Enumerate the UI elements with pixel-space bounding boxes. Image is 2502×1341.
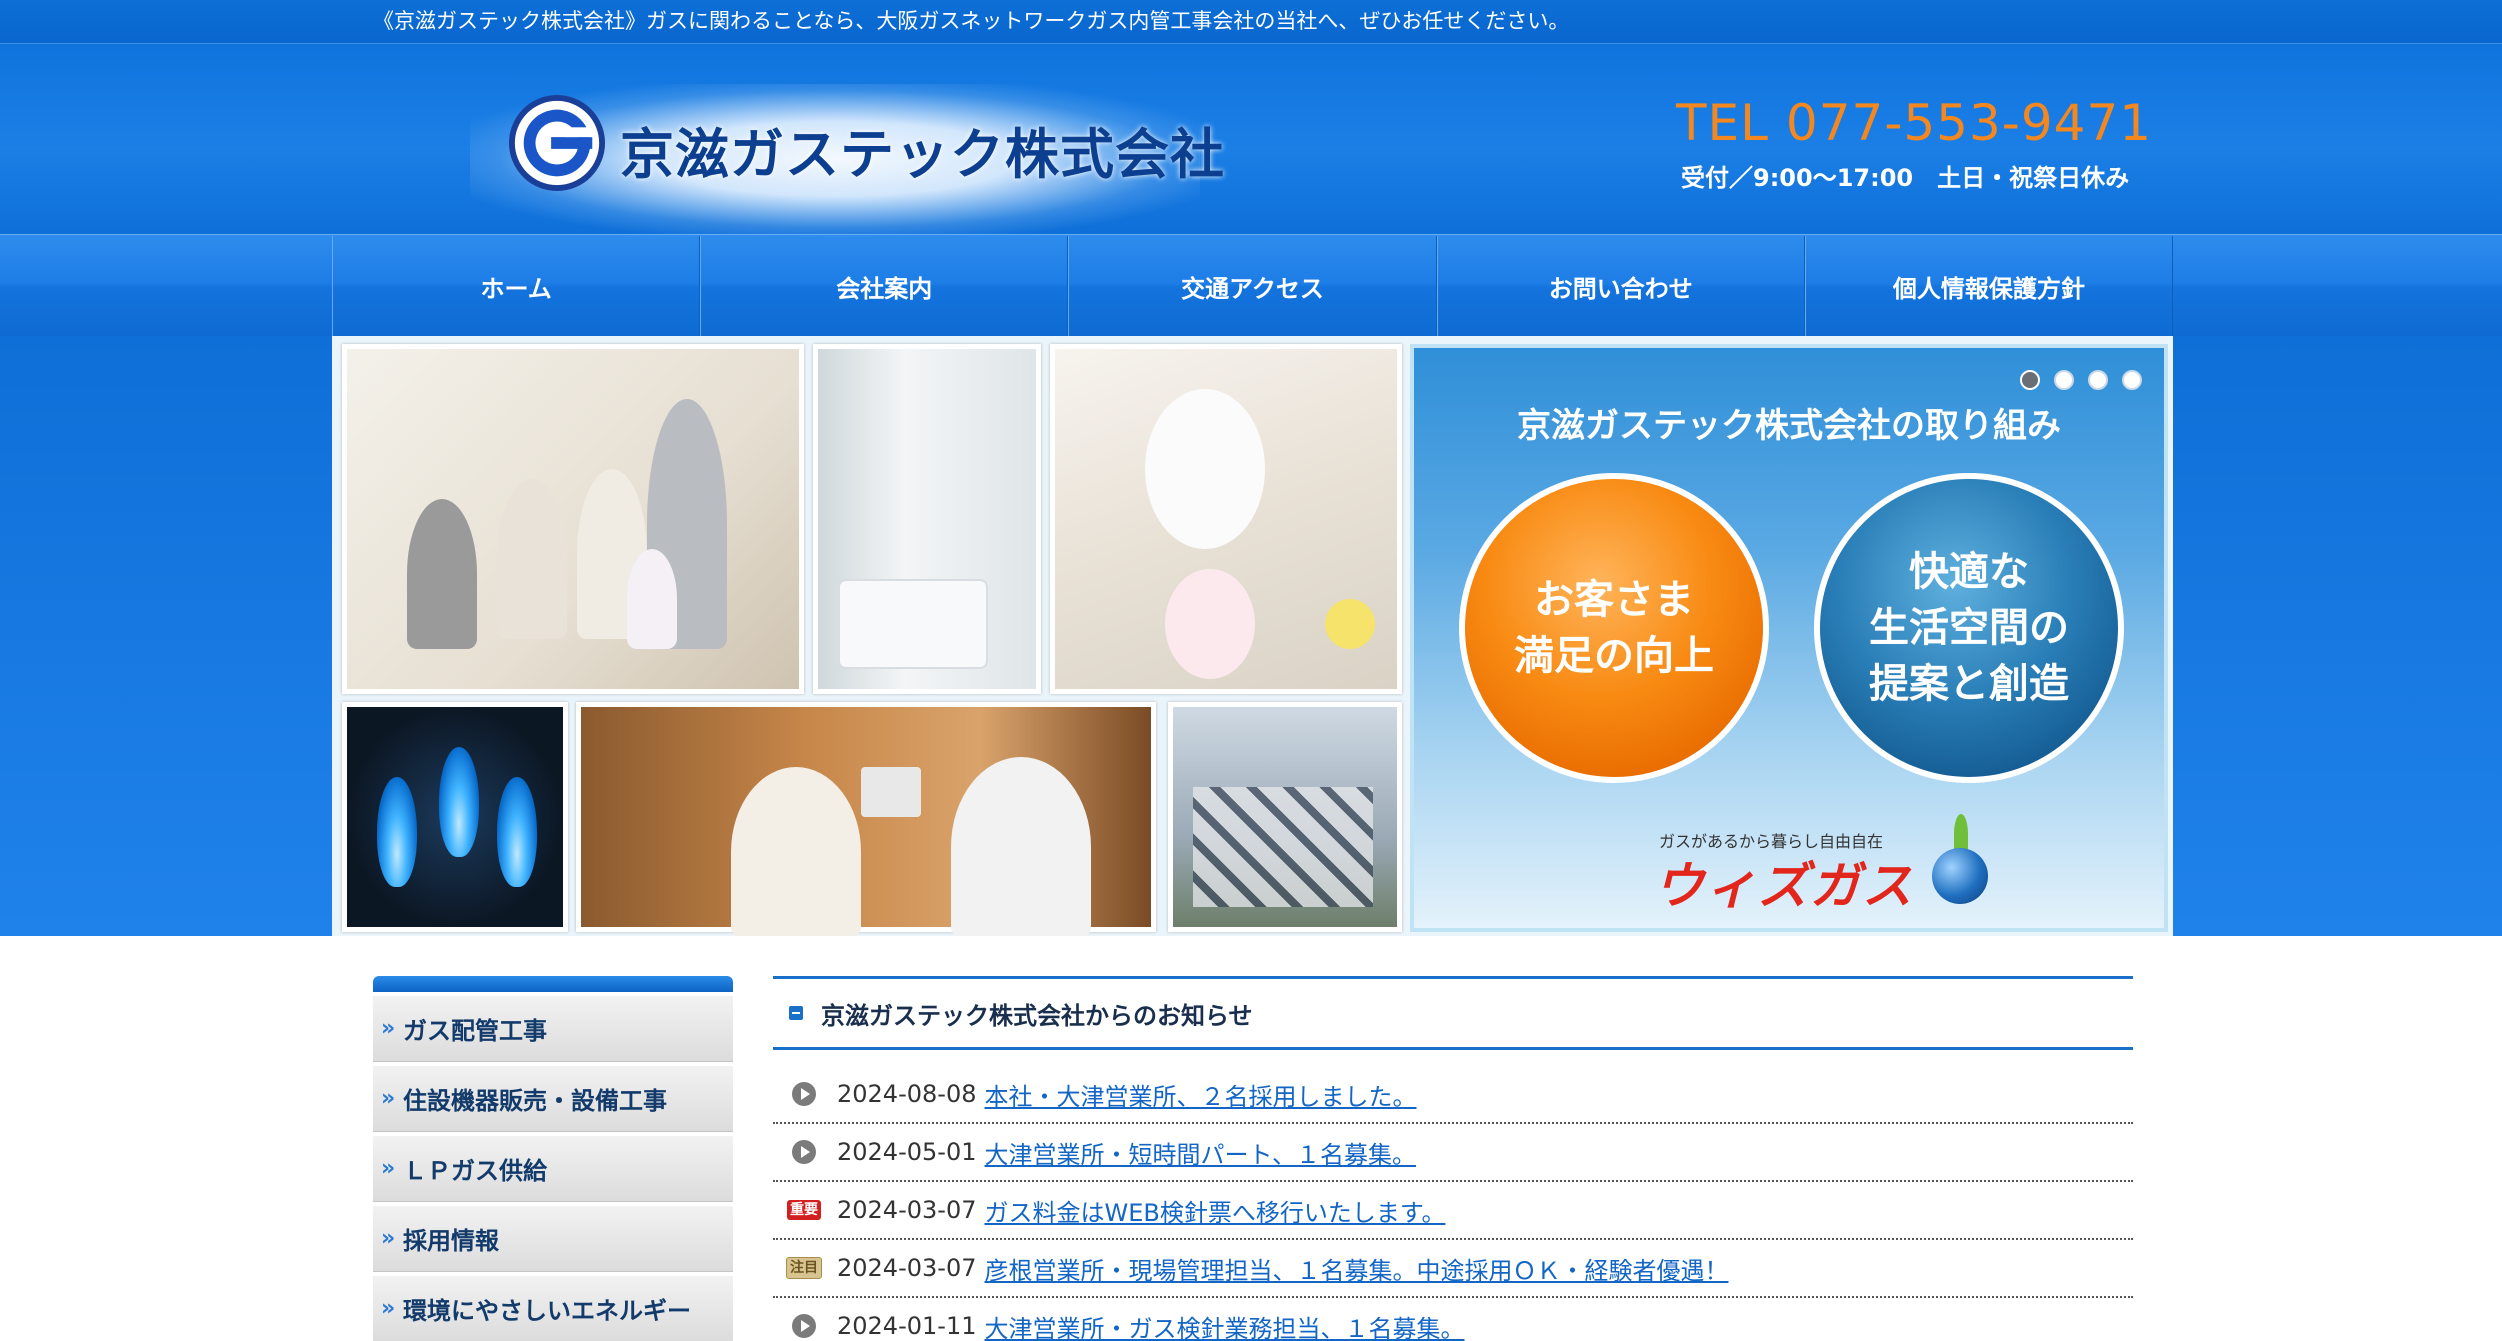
figure-grandfather [407,499,477,649]
nav-item-company[interactable]: 会社案内 [700,236,1069,336]
hero-slider[interactable]: 京滋ガステック株式会社の取り組み お客さま 満足の向上 快適な 生活空間の 提案… [332,336,2173,936]
news-date: 2024-01-11 [837,1312,977,1340]
news-header: 京滋ガステック株式会社からのお知らせ [773,976,2133,1050]
attention-badge-icon: 注目 [786,1255,822,1281]
minus-square-icon [789,1006,803,1020]
double-chevron-icon: » [381,1156,396,1181]
site-header: 京滋ガステック株式会社 TEL 077-553-9471 受付／9:00～17:… [0,44,2502,234]
nav-item-home[interactable]: ホーム [332,236,701,336]
sidebar-menu: » ガス配管工事 » 住設機器販売・設備工事 » ＬＰガス供給 » 採用情報 »… [373,976,733,1341]
houses-photo [1168,702,1402,932]
slide-panel: 京滋ガステック株式会社の取り組み お客さま 満足の向上 快適な 生活空間の 提案… [1410,344,2168,932]
circle-left-line2: 満足の向上 [1514,633,1714,679]
important-badge-icon: 重要 [787,1197,821,1223]
sidebar-item-lp-gas[interactable]: » ＬＰガス供給 [373,1136,733,1202]
circle-right-line3: 提案と創造 [1869,661,2069,707]
housing-rows [1193,787,1373,907]
gas-flame-photo [342,702,568,932]
kitchen-photo [1050,344,1402,694]
bathtub [838,579,988,669]
sidebar-item-label: ガス配管工事 [403,1017,547,1045]
figure-girl-kitchen [1165,569,1255,679]
news-list: 2024-08-08 本社・大津営業所、２名採用しました。 2024-05-01… [773,1066,2133,1341]
news-item: 2024-01-11 大津営業所・ガス検針業務担当、１名募集。 [773,1298,2133,1341]
news-date: 2024-05-01 [837,1138,977,1166]
globe-icon [1932,848,1988,904]
arrow-circle-icon [791,1313,817,1339]
sidebar-item-gas-piping[interactable]: » ガス配管工事 [373,996,733,1062]
figure-man [951,757,1091,936]
arrow-circle-icon [791,1081,817,1107]
news-link[interactable]: 大津営業所・短時間パート、１名募集。 [984,1135,1416,1170]
circle-customer-satisfaction: お客さま 満足の向上 [1459,473,1769,783]
company-logo-icon[interactable] [508,94,606,192]
figure-woman [731,767,861,936]
circle-left-line1: お客さま [1534,577,1694,623]
news-date: 2024-03-07 [837,1196,977,1224]
figure-grandmother [497,479,567,639]
news-item: 2024-08-08 本社・大津営業所、２名採用しました。 [773,1066,2133,1124]
arrow-circle-icon [791,1139,817,1165]
double-chevron-icon: » [381,1296,396,1321]
sidebar-item-equipment[interactable]: » 住設機器販売・設備工事 [373,1066,733,1132]
news-item: 注目 2024-03-07 彦根営業所・現場管理担当、１名募集。中途採用ＯＫ・経… [773,1240,2133,1298]
bathroom-photo [813,344,1041,694]
slider-dot-2[interactable] [2054,370,2074,390]
business-hours: 受付／9:00～17:00 土日・祝祭日休み [1681,164,2130,192]
news-item: 重要 2024-03-07 ガス料金はWEB検針票へ移行いたします。 [773,1182,2133,1240]
kitchen-appliance [861,767,921,817]
tagline-bar: 《京滋ガステック株式会社》ガスに関わることなら、大阪ガスネットワークガス内管工事… [0,0,2502,44]
circle-living-space: 快適な 生活空間の 提案と創造 [1814,473,2124,783]
circle-right-line2: 生活空間の [1869,605,2069,651]
news-title: 京滋ガステック株式会社からのお知らせ [821,1001,1253,1030]
sidebar-item-recruit[interactable]: » 採用情報 [373,1206,733,1272]
flame-right [497,777,537,887]
nav-item-contact[interactable]: お問い合わせ [1436,236,1805,336]
news-link[interactable]: ガス料金はWEB検針票へ移行いたします。 [984,1193,1445,1228]
yellow-plate [1325,599,1375,649]
flame-left [377,777,417,887]
news-link[interactable]: 本社・大津営業所、２名採用しました。 [984,1077,1416,1112]
news-date: 2024-03-07 [837,1254,977,1282]
slide-title: 京滋ガステック株式会社の取り組み [1517,406,2061,446]
slider-dot-3[interactable] [2088,370,2108,390]
company-name[interactable]: 京滋ガステック株式会社 [620,110,1225,189]
double-chevron-icon: » [381,1016,396,1041]
circle-right-line1: 快適な [1909,549,2029,595]
news-link[interactable]: 大津営業所・ガス検針業務担当、１名募集。 [984,1309,1464,1341]
double-chevron-icon: » [381,1086,396,1111]
figure-child [627,549,677,649]
sidebar-item-label: ＬＰガス供給 [403,1157,547,1185]
double-chevron-icon: » [381,1226,396,1251]
phone-number: TEL 077-553-9471 [1676,94,2153,152]
nav-item-privacy[interactable]: 個人情報保護方針 [1804,236,2174,336]
news-link[interactable]: 彦根営業所・現場管理担当、１名募集。中途採用ＯＫ・経験者優遇！ [984,1251,1728,1286]
news-section: 京滋ガステック株式会社からのお知らせ 2024-08-08 本社・大津営業所、２… [773,976,2133,1341]
slider-dots [2020,370,2142,390]
tagline-text: 《京滋ガステック株式会社》ガスに関わることなら、大阪ガスネットワークガス内管工事… [373,9,1570,33]
nav-item-access[interactable]: 交通アクセス [1068,236,1437,336]
sidebar-header-bar [373,976,733,992]
brand-logo: ウィズガス [1654,857,1914,915]
sidebar-item-eco-energy[interactable]: » 環境にやさしいエネルギー [373,1276,733,1341]
couple-photo [576,702,1156,936]
news-item: 2024-05-01 大津営業所・短時間パート、１名募集。 [773,1124,2133,1182]
sidebar-item-label: 住設機器販売・設備工事 [403,1087,667,1115]
sidebar-item-label: 環境にやさしいエネルギー [403,1297,691,1325]
main-nav: ホーム 会社案内 交通アクセス お問い合わせ 個人情報保護方針 [332,236,2174,336]
slider-dot-4[interactable] [2122,370,2142,390]
family-photo [342,344,804,694]
slider-dot-1[interactable] [2020,370,2040,390]
news-date: 2024-08-08 [837,1080,977,1108]
sidebar-item-label: 採用情報 [403,1227,499,1255]
figure-mother-kitchen [1145,389,1265,549]
flame-center [439,747,479,857]
